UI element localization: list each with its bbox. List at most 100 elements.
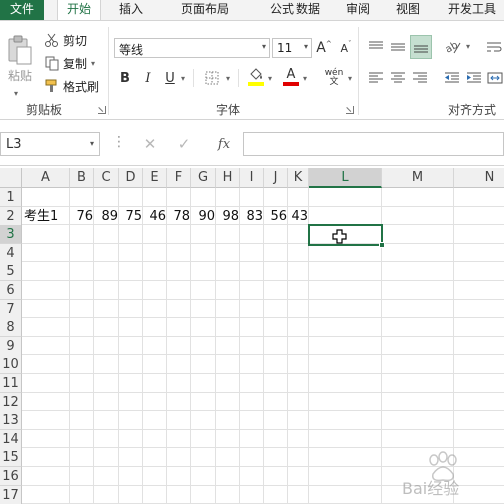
column-header-j[interactable]: J <box>264 168 288 188</box>
row-header-15[interactable]: 15 <box>0 448 22 468</box>
cell-h2[interactable]: 98 <box>216 207 240 226</box>
row-header-11[interactable]: 11 <box>0 374 22 393</box>
row-header-4[interactable]: 4 <box>0 243 22 263</box>
format-painter-button[interactable]: 格式刷 <box>44 77 104 95</box>
borders-button[interactable] <box>203 69 221 87</box>
tab-data[interactable]: 数据 <box>288 0 328 20</box>
group-divider <box>358 27 359 115</box>
name-box[interactable]: L3 ▾ <box>0 132 100 156</box>
align-middle-button[interactable] <box>388 37 408 57</box>
borders-dropdown-icon[interactable]: ▾ <box>226 74 230 83</box>
row-header-5[interactable]: 5 <box>0 262 22 282</box>
column-header-i[interactable]: I <box>240 168 264 188</box>
align-bottom-button[interactable] <box>410 35 432 59</box>
row-header-12[interactable]: 12 <box>0 392 22 412</box>
cut-label: 剪切 <box>63 33 88 48</box>
row-header-2[interactable]: 2 <box>0 206 22 226</box>
column-header-c[interactable]: C <box>94 168 119 188</box>
row-header-1[interactable]: 1 <box>0 188 22 207</box>
column-header-f[interactable]: F <box>167 168 191 188</box>
align-center-button[interactable] <box>388 68 408 88</box>
row-header-3[interactable]: 3 <box>0 225 22 245</box>
fill-color-button[interactable] <box>246 67 266 87</box>
column-header-m[interactable]: M <box>382 168 454 188</box>
align-top-button[interactable] <box>366 37 386 57</box>
row-header-17[interactable]: 17 <box>0 485 22 504</box>
copy-button[interactable]: 复制 ▾ <box>44 54 100 72</box>
row-header-13[interactable]: 13 <box>0 411 22 431</box>
shrink-font-button[interactable]: Aˇ <box>338 39 354 57</box>
row-header-16[interactable]: 16 <box>0 467 22 486</box>
paint-bucket-icon <box>250 68 262 80</box>
insert-function-button[interactable]: fx <box>212 134 236 154</box>
formula-input[interactable] <box>243 132 504 156</box>
wrap-text-button[interactable] <box>484 37 504 57</box>
column-header-a[interactable]: A <box>22 168 70 188</box>
font-name-select[interactable]: 等线 ▾ <box>114 38 270 58</box>
font-color-dropdown-icon[interactable]: ▾ <box>303 74 307 83</box>
gridline-horizontal <box>22 317 504 319</box>
tab-page-layout[interactable]: 页面布局 <box>162 0 248 20</box>
grow-font-button[interactable]: A ^ <box>316 39 332 57</box>
select-all-corner[interactable] <box>0 168 22 188</box>
clipboard-launcher-icon[interactable] <box>98 106 106 114</box>
font-color-button[interactable]: A <box>282 67 300 87</box>
column-header-g[interactable]: G <box>191 168 216 188</box>
cell-f2[interactable]: 78 <box>167 207 191 226</box>
merge-center-button[interactable] <box>486 68 504 88</box>
tab-home[interactable]: 开始 <box>57 0 101 21</box>
paste-dropdown-icon[interactable]: ▾ <box>14 89 18 98</box>
align-left-button[interactable] <box>366 68 386 88</box>
row-header-9[interactable]: 9 <box>0 336 22 356</box>
fill-color-dropdown-icon[interactable]: ▾ <box>268 74 272 83</box>
cell-j2[interactable]: 56 <box>264 207 288 226</box>
cell-e2[interactable]: 46 <box>143 207 167 226</box>
copy-dropdown-icon[interactable]: ▾ <box>91 59 95 68</box>
decrease-indent-button[interactable] <box>442 68 462 88</box>
row-header-14[interactable]: 14 <box>0 429 22 449</box>
phonetic-dropdown-icon[interactable]: ▾ <box>348 74 352 83</box>
underline-button[interactable]: U <box>162 69 178 87</box>
column-header-d[interactable]: D <box>119 168 143 188</box>
fill-handle[interactable] <box>379 242 385 248</box>
borders-icon <box>205 71 219 85</box>
cancel-formula-button[interactable]: ✕ <box>140 134 160 154</box>
gridline-vertical <box>287 188 288 504</box>
font-size-select[interactable]: 11 ▾ <box>272 38 312 58</box>
italic-button[interactable]: I <box>140 69 156 87</box>
tab-developer[interactable]: 开发工具 <box>440 0 504 20</box>
underline-dropdown-icon[interactable]: ▾ <box>181 74 185 83</box>
orientation-button[interactable]: ab <box>442 37 464 57</box>
orientation-dropdown-icon[interactable]: ▾ <box>466 42 470 51</box>
increase-indent-button[interactable] <box>464 68 484 88</box>
tab-insert[interactable]: 插入 <box>111 0 151 20</box>
formula-bar-grip-icon[interactable]: ⋮ <box>112 134 126 150</box>
confirm-formula-button[interactable]: ✓ <box>174 134 194 154</box>
row-header-6[interactable]: 6 <box>0 281 22 300</box>
cut-button[interactable]: 剪切 <box>44 31 100 49</box>
cell-b2[interactable]: 76 <box>70 207 94 226</box>
cell-a2[interactable]: 考生1 <box>24 207 70 226</box>
align-right-button[interactable] <box>410 68 430 88</box>
cell-d2[interactable]: 75 <box>119 207 143 226</box>
row-header-7[interactable]: 7 <box>0 299 22 319</box>
cell-c2[interactable]: 89 <box>94 207 119 226</box>
cell-g2[interactable]: 90 <box>191 207 216 226</box>
tab-view[interactable]: 视图 <box>388 0 428 20</box>
column-header-b[interactable]: B <box>70 168 94 188</box>
tab-review[interactable]: 审阅 <box>338 0 378 20</box>
column-header-n[interactable]: N <box>454 168 504 188</box>
cell-i2[interactable]: 83 <box>240 207 264 226</box>
row-header-8[interactable]: 8 <box>0 318 22 338</box>
column-header-k[interactable]: K <box>288 168 309 188</box>
row-header-10[interactable]: 10 <box>0 355 22 375</box>
cell-k2[interactable]: 43 <box>288 207 309 226</box>
column-header-h[interactable]: H <box>216 168 240 188</box>
column-header-e[interactable]: E <box>143 168 167 188</box>
column-header-l[interactable]: L <box>309 168 382 188</box>
tab-file[interactable]: 文件 <box>0 0 44 20</box>
paste-button[interactable]: 粘贴 <box>4 31 36 87</box>
font-launcher-icon[interactable] <box>346 106 354 114</box>
bold-button[interactable]: B <box>116 69 134 87</box>
phonetic-button[interactable]: wén 文 <box>322 67 346 89</box>
